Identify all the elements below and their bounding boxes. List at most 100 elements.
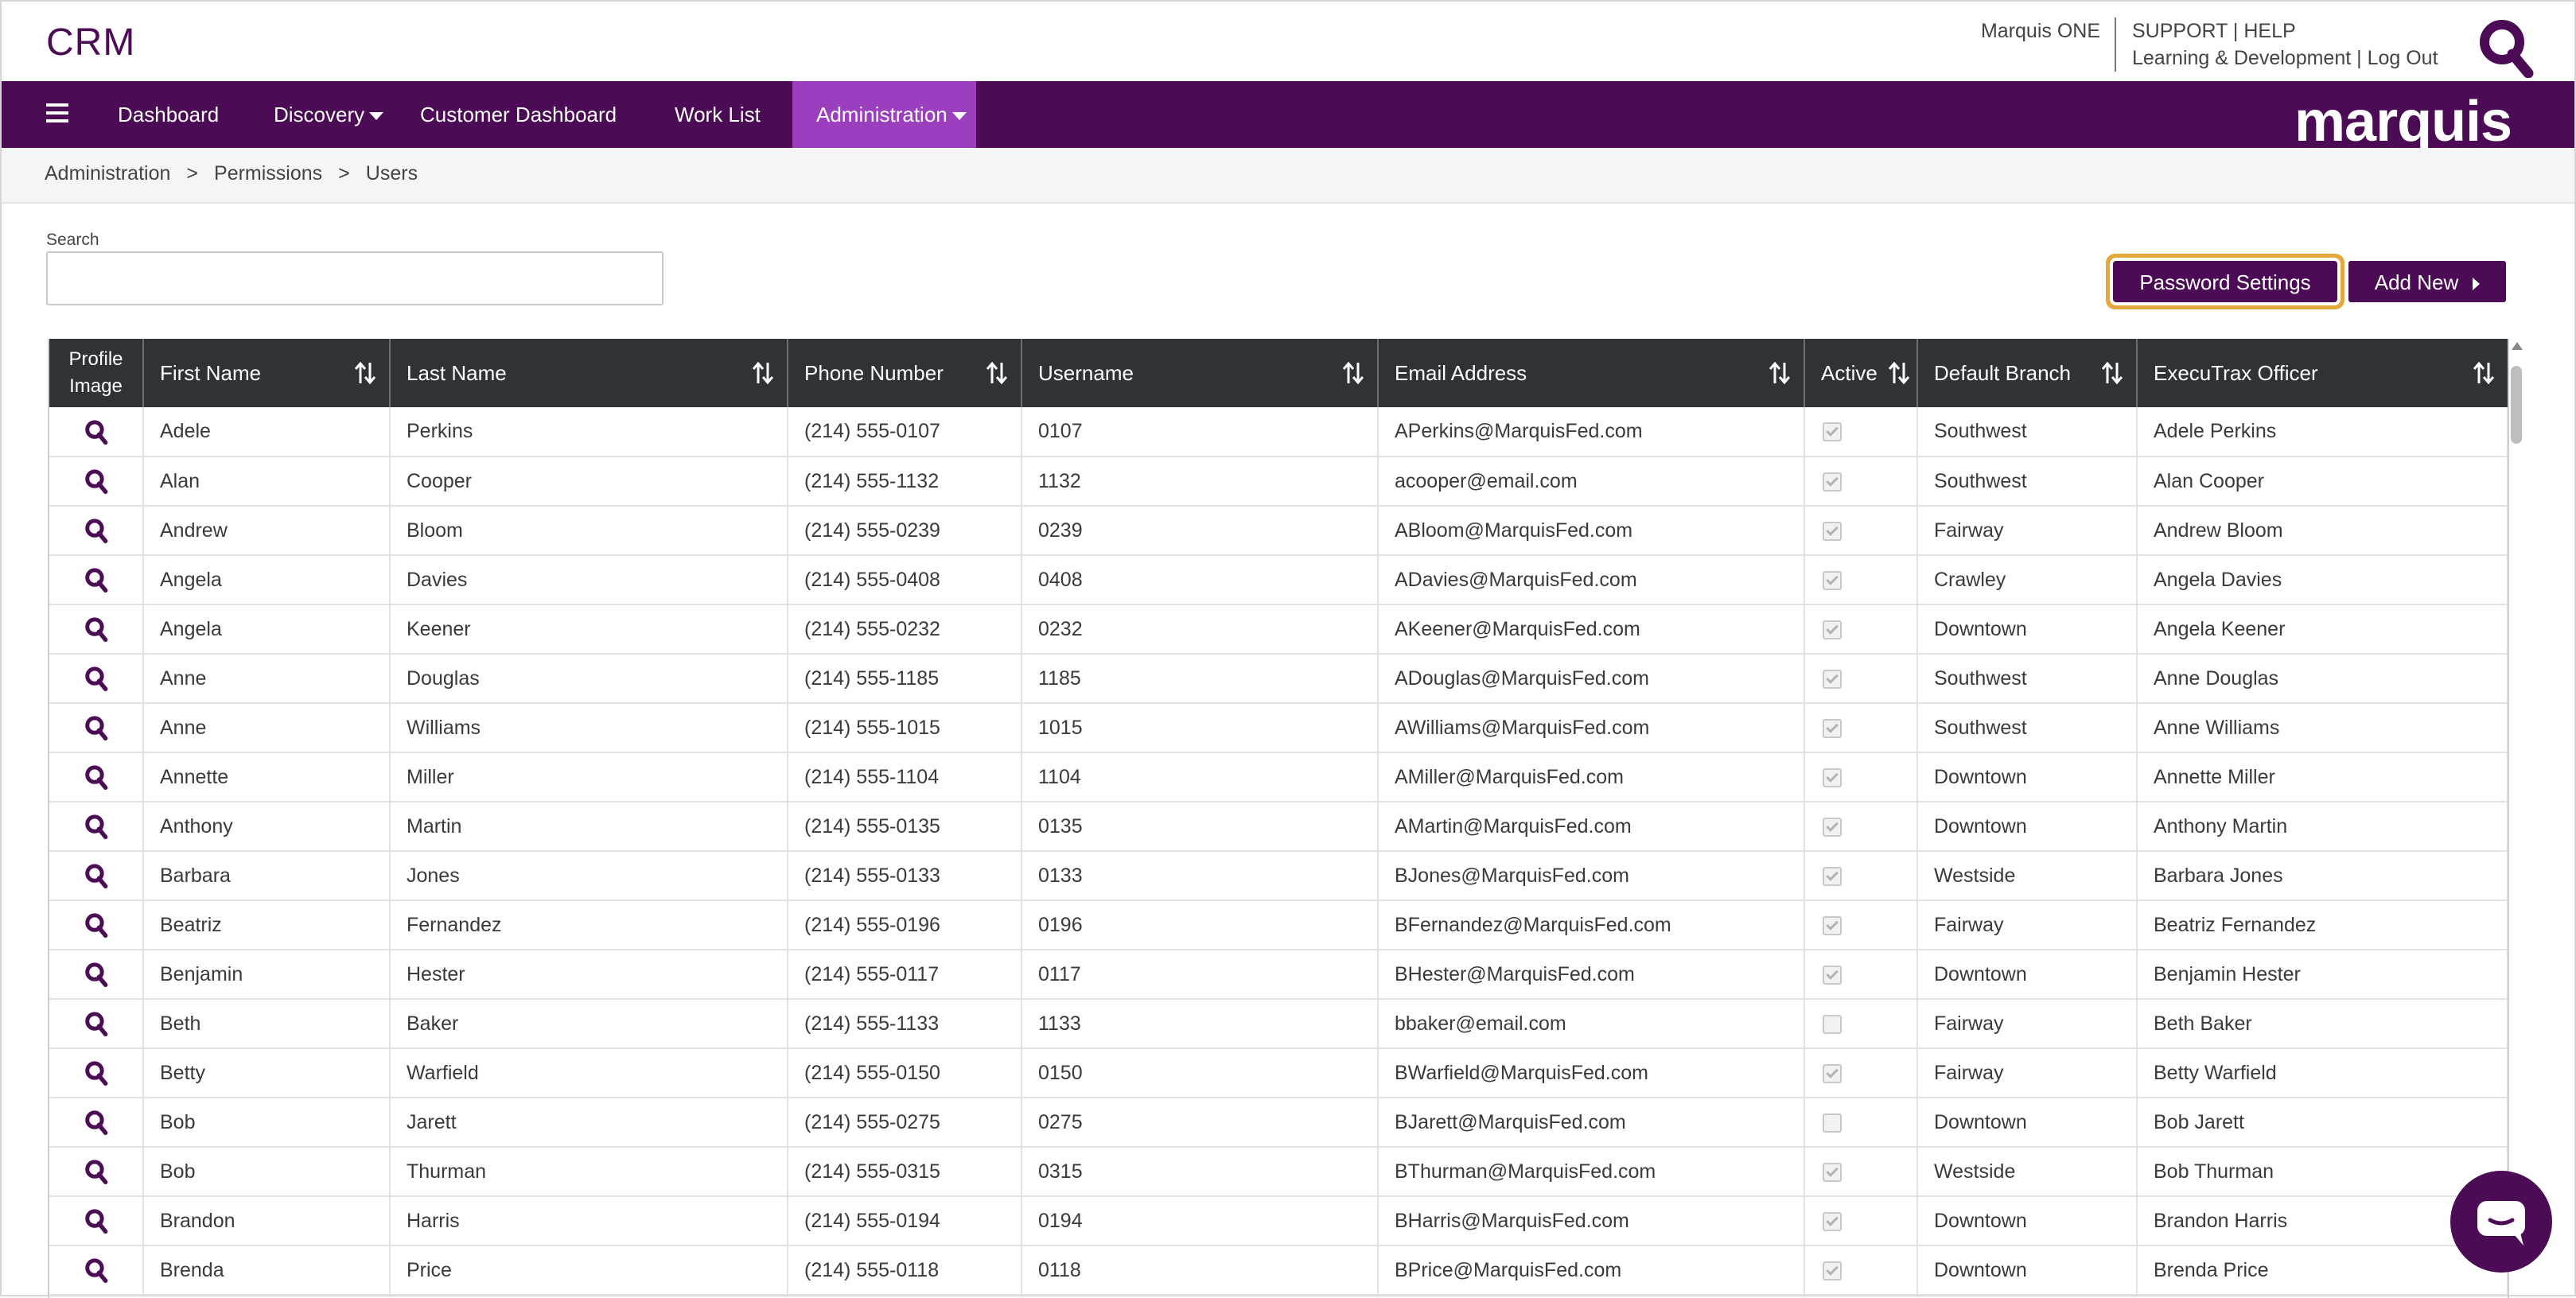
col-header-label: Active — [1821, 360, 1878, 385]
sort-icon[interactable] — [2473, 361, 2495, 385]
table-row[interactable]: Angela Davies (214) 555-0408 0408 ADavies@Ma… — [49, 555, 2508, 604]
marquis-q-icon[interactable] — [2477, 17, 2535, 78]
search-input[interactable] — [46, 251, 663, 305]
col-phone-number[interactable]: Phone Number — [788, 339, 1022, 407]
col-username[interactable]: Username — [1021, 339, 1379, 407]
table-row[interactable]: Barbara Jones (214) 555-0133 0133 BJones@Mar… — [49, 851, 2508, 900]
cell-username: 1104 — [1021, 752, 1379, 802]
breadcrumb-separator: > — [186, 162, 199, 185]
sort-icon[interactable] — [986, 361, 1008, 385]
cell-email-address: bbaker@email.com — [1378, 999, 1805, 1048]
col-default-branch[interactable]: Default Branch — [1917, 339, 2138, 407]
cell-active — [1804, 900, 1918, 950]
table-row[interactable]: Brenda Price (214) 555-0118 0118 BPrice@Marq… — [49, 1246, 2508, 1295]
table-row[interactable]: Benjamin Hester (214) 555-0117 0117 BHester@… — [49, 950, 2508, 999]
scroll-up-arrow-icon[interactable] — [2512, 342, 2523, 350]
cell-last-name: Douglas — [390, 654, 788, 703]
nav-customer-dashboard[interactable]: Customer Dashboard — [420, 81, 617, 148]
breadcrumb-permissions[interactable]: Permissions — [214, 162, 322, 185]
cell-active — [1804, 999, 1918, 1048]
search-label: Search — [46, 231, 99, 249]
password-settings-button[interactable]: Password Settings — [2113, 261, 2337, 302]
help-link[interactable]: HELP — [2243, 20, 2295, 42]
col-last-name[interactable]: Last Name — [390, 339, 788, 407]
cell-phone-number: (214) 555-0117 — [788, 950, 1022, 999]
cell-profile-image — [49, 1048, 144, 1098]
table-row[interactable]: Anne Douglas (214) 555-1185 1185 ADouglas@Ma… — [49, 654, 2508, 703]
cell-phone-number: (214) 555-0239 — [788, 506, 1022, 555]
cell-email-address: BHester@MarquisFed.com — [1378, 950, 1805, 999]
support-link[interactable]: SUPPORT — [2132, 20, 2228, 42]
table-row[interactable]: Brandon Harris (214) 555-0194 0194 BHarris@M… — [49, 1196, 2508, 1246]
sort-icon[interactable] — [2101, 361, 2123, 385]
cell-first-name: Bob — [143, 1147, 391, 1196]
app-title: CRM — [46, 21, 136, 64]
cell-active — [1804, 604, 1918, 654]
table-row[interactable]: Bob Jarett (214) 555-0275 0275 BJarett@Marqu… — [49, 1098, 2508, 1147]
sort-icon[interactable] — [354, 361, 376, 385]
table-row[interactable]: Andrew Bloom (214) 555-0239 0239 ABloom@Marq… — [49, 506, 2508, 555]
table-row[interactable]: Anthony Martin (214) 555-0135 0135 AMartin@M… — [49, 802, 2508, 851]
cell-first-name: Brenda — [143, 1246, 391, 1295]
active-checkbox — [1823, 718, 1842, 738]
sort-icon[interactable] — [752, 361, 774, 385]
profile-placeholder-icon — [84, 913, 107, 938]
table-scrollbar[interactable] — [2508, 339, 2527, 1298]
table-row[interactable]: Adele Perkins (214) 555-0107 0107 APerkins@M… — [49, 407, 2508, 457]
nav-administration[interactable]: Administration — [792, 81, 976, 148]
hamburger-icon[interactable] — [46, 103, 68, 126]
active-checkbox — [1823, 1063, 1842, 1083]
brand-logo: marquis — [2294, 90, 2512, 154]
col-executrax-officer[interactable]: ExecuTrax Officer — [2137, 339, 2508, 407]
cell-default-branch: Fairway — [1917, 999, 2138, 1048]
scroll-thumb[interactable] — [2511, 366, 2522, 444]
table-row[interactable]: Angela Keener (214) 555-0232 0232 AKeener@Ma… — [49, 604, 2508, 654]
sort-icon[interactable] — [1769, 361, 1791, 385]
chat-button[interactable] — [2450, 1171, 2552, 1273]
add-new-button[interactable]: Add New — [2348, 261, 2506, 302]
cell-profile-image — [49, 604, 144, 654]
nav-dashboard[interactable]: Dashboard — [118, 81, 219, 148]
cell-default-branch: Southwest — [1917, 407, 2138, 457]
table-row[interactable]: Anne Williams (214) 555-1015 1015 AWilliams@… — [49, 703, 2508, 752]
table-row[interactable]: Alan Cooper (214) 555-1132 1132 acooper@emai… — [49, 457, 2508, 506]
table-row[interactable]: Annette Miller (214) 555-1104 1104 AMiller@M… — [49, 752, 2508, 802]
chat-bubble-icon — [2477, 1201, 2525, 1246]
nav-label: Dashboard — [118, 103, 220, 126]
sort-icon[interactable] — [1342, 361, 1364, 385]
profile-placeholder-icon — [84, 519, 107, 543]
col-header-label: Email Address — [1395, 360, 1527, 385]
cell-executrax-officer: Alan Cooper — [2137, 457, 2508, 506]
sort-icon[interactable] — [1888, 361, 1910, 385]
marquis-one-link[interactable]: Marquis ONE — [1981, 17, 2100, 45]
active-checkbox — [1823, 915, 1842, 935]
cell-first-name: Barbara — [143, 851, 391, 900]
learning-development-link[interactable]: Learning & Development — [2132, 47, 2351, 69]
table-row[interactable]: Bob Thurman (214) 555-0315 0315 BThurman@Mar… — [49, 1147, 2508, 1196]
cell-first-name: Benjamin — [143, 950, 391, 999]
col-active[interactable]: Active — [1804, 339, 1918, 407]
profile-placeholder-icon — [84, 716, 107, 740]
table-row[interactable]: Betty Warfield (214) 555-0150 0150 BWarfield… — [49, 1048, 2508, 1098]
table-row[interactable]: Beth Baker (214) 555-1133 1133 bbaker@email.… — [49, 999, 2508, 1048]
breadcrumb-administration[interactable]: Administration — [45, 162, 170, 185]
col-email-address[interactable]: Email Address — [1378, 339, 1805, 407]
cell-active — [1804, 802, 1918, 851]
cell-username: 0135 — [1021, 802, 1379, 851]
cell-default-branch: Downtown — [1917, 752, 2138, 802]
active-checkbox — [1823, 866, 1842, 886]
cell-email-address: AMiller@MarquisFed.com — [1378, 752, 1805, 802]
nav-discovery[interactable]: Discovery — [274, 81, 384, 148]
logout-link[interactable]: Log Out — [2368, 47, 2438, 69]
cell-phone-number: (214) 555-0315 — [788, 1147, 1022, 1196]
cell-executrax-officer: Beatriz Fernandez — [2137, 900, 2508, 950]
nav-work-list[interactable]: Work List — [675, 81, 761, 148]
cell-phone-number: (214) 555-0194 — [788, 1196, 1022, 1246]
cell-active — [1804, 950, 1918, 999]
cell-email-address: AWilliams@MarquisFed.com — [1378, 703, 1805, 752]
cell-executrax-officer: Anne Douglas — [2137, 654, 2508, 703]
cell-email-address: acooper@email.com — [1378, 457, 1805, 506]
cell-active — [1804, 1196, 1918, 1246]
col-first-name[interactable]: First Name — [143, 339, 391, 407]
table-row[interactable]: Beatriz Fernandez (214) 555-0196 0196 BFerna… — [49, 900, 2508, 950]
